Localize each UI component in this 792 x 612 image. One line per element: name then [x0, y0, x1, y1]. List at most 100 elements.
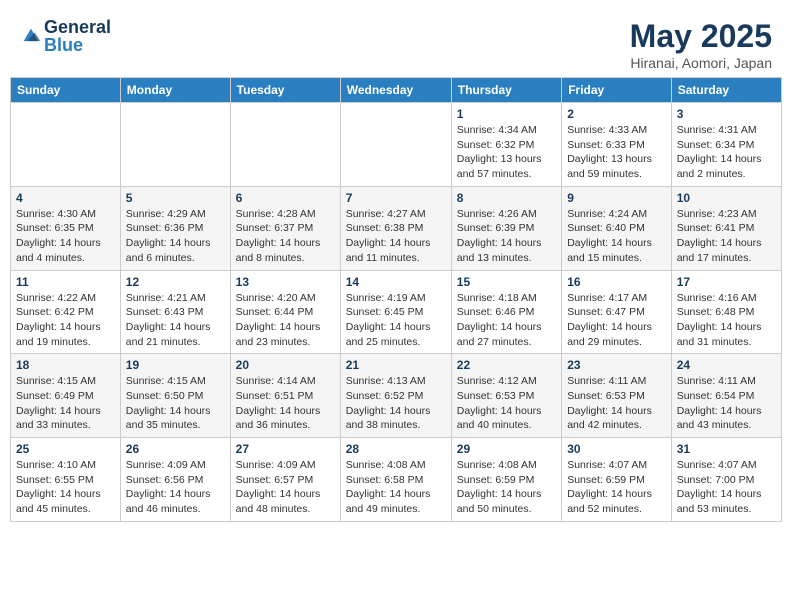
day-cell: 27 Sunrise: 4:09 AMSunset: 6:57 PMDayligh…: [230, 438, 340, 522]
day-info: Sunrise: 4:23 AMSunset: 6:41 PMDaylight:…: [677, 207, 776, 266]
header-cell-tuesday: Tuesday: [230, 78, 340, 103]
day-cell: 19 Sunrise: 4:15 AMSunset: 6:50 PMDayligh…: [120, 354, 230, 438]
day-cell: 4Sunrise: 4:30 AMSunset: 6:35 PMDaylight…: [11, 186, 121, 270]
day-cell: 14 Sunrise: 4:19 AMSunset: 6:45 PMDayligh…: [340, 270, 451, 354]
day-number: 19: [126, 358, 225, 372]
day-cell: 23 Sunrise: 4:11 AMSunset: 6:53 PMDayligh…: [562, 354, 672, 438]
day-info: Sunrise: 4:09 AMSunset: 6:56 PMDaylight:…: [126, 458, 225, 517]
day-info: Sunrise: 4:26 AMSunset: 6:39 PMDaylight:…: [457, 207, 556, 266]
day-info: Sunrise: 4:11 AMSunset: 6:54 PMDaylight:…: [677, 374, 776, 433]
day-cell: 30 Sunrise: 4:07 AMSunset: 6:59 PMDayligh…: [562, 438, 672, 522]
day-cell: 1 Sunrise: 4:34 AMSunset: 6:32 PMDaylight…: [451, 103, 561, 187]
day-info: Sunrise: 4:14 AMSunset: 6:51 PMDaylight:…: [236, 374, 335, 433]
day-info: Sunrise: 4:08 AMSunset: 6:58 PMDaylight:…: [346, 458, 446, 517]
header-cell-friday: Friday: [562, 78, 672, 103]
day-info: Sunrise: 4:17 AMSunset: 6:47 PMDaylight:…: [567, 291, 666, 350]
header-row: SundayMondayTuesdayWednesdayThursdayFrid…: [11, 78, 782, 103]
day-info: Sunrise: 4:08 AMSunset: 6:59 PMDaylight:…: [457, 458, 556, 517]
day-cell: 3Sunrise: 4:31 AMSunset: 6:34 PMDaylight…: [671, 103, 781, 187]
day-number: 22: [457, 358, 556, 372]
day-number: 25: [16, 442, 115, 456]
day-info: Sunrise: 4:19 AMSunset: 6:45 PMDaylight:…: [346, 291, 446, 350]
day-number: 23: [567, 358, 666, 372]
day-cell: 15 Sunrise: 4:18 AMSunset: 6:46 PMDayligh…: [451, 270, 561, 354]
day-cell: [120, 103, 230, 187]
day-number: 3: [677, 107, 776, 121]
day-info: Sunrise: 4:34 AMSunset: 6:32 PMDaylight:…: [457, 123, 556, 182]
day-cell: 10 Sunrise: 4:23 AMSunset: 6:41 PMDayligh…: [671, 186, 781, 270]
day-number: 26: [126, 442, 225, 456]
day-cell: 8Sunrise: 4:26 AMSunset: 6:39 PMDaylight…: [451, 186, 561, 270]
day-number: 4: [16, 191, 115, 205]
day-number: 7: [346, 191, 446, 205]
logo-icon: [20, 25, 42, 47]
day-info: Sunrise: 4:21 AMSunset: 6:43 PMDaylight:…: [126, 291, 225, 350]
day-number: 16: [567, 275, 666, 289]
month-year-title: May 2025: [630, 18, 772, 55]
day-number: 9: [567, 191, 666, 205]
day-info: Sunrise: 4:15 AMSunset: 6:49 PMDaylight:…: [16, 374, 115, 433]
day-number: 12: [126, 275, 225, 289]
day-number: 29: [457, 442, 556, 456]
calendar-header: SundayMondayTuesdayWednesdayThursdayFrid…: [11, 78, 782, 103]
day-info: Sunrise: 4:28 AMSunset: 6:37 PMDaylight:…: [236, 207, 335, 266]
day-cell: [230, 103, 340, 187]
week-row-1: 1 Sunrise: 4:34 AMSunset: 6:32 PMDaylight…: [11, 103, 782, 187]
day-number: 14: [346, 275, 446, 289]
day-info: Sunrise: 4:10 AMSunset: 6:55 PMDaylight:…: [16, 458, 115, 517]
logo: General Blue: [20, 18, 111, 54]
day-cell: 5 Sunrise: 4:29 AMSunset: 6:36 PMDaylight…: [120, 186, 230, 270]
day-cell: 11 Sunrise: 4:22 AMSunset: 6:42 PMDayligh…: [11, 270, 121, 354]
header-cell-wednesday: Wednesday: [340, 78, 451, 103]
day-cell: 29 Sunrise: 4:08 AMSunset: 6:59 PMDayligh…: [451, 438, 561, 522]
day-info: Sunrise: 4:29 AMSunset: 6:36 PMDaylight:…: [126, 207, 225, 266]
day-number: 5: [126, 191, 225, 205]
day-info: Sunrise: 4:13 AMSunset: 6:52 PMDaylight:…: [346, 374, 446, 433]
day-number: 27: [236, 442, 335, 456]
day-info: Sunrise: 4:07 AMSunset: 6:59 PMDaylight:…: [567, 458, 666, 517]
day-cell: [340, 103, 451, 187]
day-number: 6: [236, 191, 335, 205]
day-info: Sunrise: 4:15 AMSunset: 6:50 PMDaylight:…: [126, 374, 225, 433]
day-info: Sunrise: 4:11 AMSunset: 6:53 PMDaylight:…: [567, 374, 666, 433]
day-cell: 21Sunrise: 4:13 AMSunset: 6:52 PMDayligh…: [340, 354, 451, 438]
day-number: 18: [16, 358, 115, 372]
week-row-4: 18 Sunrise: 4:15 AMSunset: 6:49 PMDayligh…: [11, 354, 782, 438]
day-info: Sunrise: 4:27 AMSunset: 6:38 PMDaylight:…: [346, 207, 446, 266]
day-cell: 2 Sunrise: 4:33 AMSunset: 6:33 PMDaylight…: [562, 103, 672, 187]
day-info: Sunrise: 4:16 AMSunset: 6:48 PMDaylight:…: [677, 291, 776, 350]
day-number: 28: [346, 442, 446, 456]
day-number: 24: [677, 358, 776, 372]
day-info: Sunrise: 4:20 AMSunset: 6:44 PMDaylight:…: [236, 291, 335, 350]
day-info: Sunrise: 4:12 AMSunset: 6:53 PMDaylight:…: [457, 374, 556, 433]
logo-blue-text: Blue: [44, 36, 111, 54]
day-info: Sunrise: 4:18 AMSunset: 6:46 PMDaylight:…: [457, 291, 556, 350]
day-info: Sunrise: 4:33 AMSunset: 6:33 PMDaylight:…: [567, 123, 666, 182]
day-number: 20: [236, 358, 335, 372]
day-info: Sunrise: 4:09 AMSunset: 6:57 PMDaylight:…: [236, 458, 335, 517]
day-number: 1: [457, 107, 556, 121]
calendar-table: SundayMondayTuesdayWednesdayThursdayFrid…: [10, 77, 782, 522]
day-info: Sunrise: 4:24 AMSunset: 6:40 PMDaylight:…: [567, 207, 666, 266]
day-cell: 13 Sunrise: 4:20 AMSunset: 6:44 PMDayligh…: [230, 270, 340, 354]
day-cell: 31Sunrise: 4:07 AMSunset: 7:00 PMDayligh…: [671, 438, 781, 522]
day-number: 2: [567, 107, 666, 121]
week-row-5: 25 Sunrise: 4:10 AMSunset: 6:55 PMDayligh…: [11, 438, 782, 522]
day-number: 30: [567, 442, 666, 456]
day-number: 11: [16, 275, 115, 289]
day-number: 10: [677, 191, 776, 205]
page-header: General Blue May 2025 Hiranai, Aomori, J…: [10, 10, 782, 77]
day-info: Sunrise: 4:22 AMSunset: 6:42 PMDaylight:…: [16, 291, 115, 350]
day-cell: 20 Sunrise: 4:14 AMSunset: 6:51 PMDayligh…: [230, 354, 340, 438]
day-cell: 6 Sunrise: 4:28 AMSunset: 6:37 PMDaylight…: [230, 186, 340, 270]
day-cell: 25 Sunrise: 4:10 AMSunset: 6:55 PMDayligh…: [11, 438, 121, 522]
week-row-2: 4Sunrise: 4:30 AMSunset: 6:35 PMDaylight…: [11, 186, 782, 270]
week-row-3: 11 Sunrise: 4:22 AMSunset: 6:42 PMDayligh…: [11, 270, 782, 354]
day-number: 15: [457, 275, 556, 289]
day-cell: 22 Sunrise: 4:12 AMSunset: 6:53 PMDayligh…: [451, 354, 561, 438]
header-cell-thursday: Thursday: [451, 78, 561, 103]
day-cell: [11, 103, 121, 187]
day-number: 13: [236, 275, 335, 289]
day-cell: 28 Sunrise: 4:08 AMSunset: 6:58 PMDayligh…: [340, 438, 451, 522]
day-cell: 26 Sunrise: 4:09 AMSunset: 6:56 PMDayligh…: [120, 438, 230, 522]
